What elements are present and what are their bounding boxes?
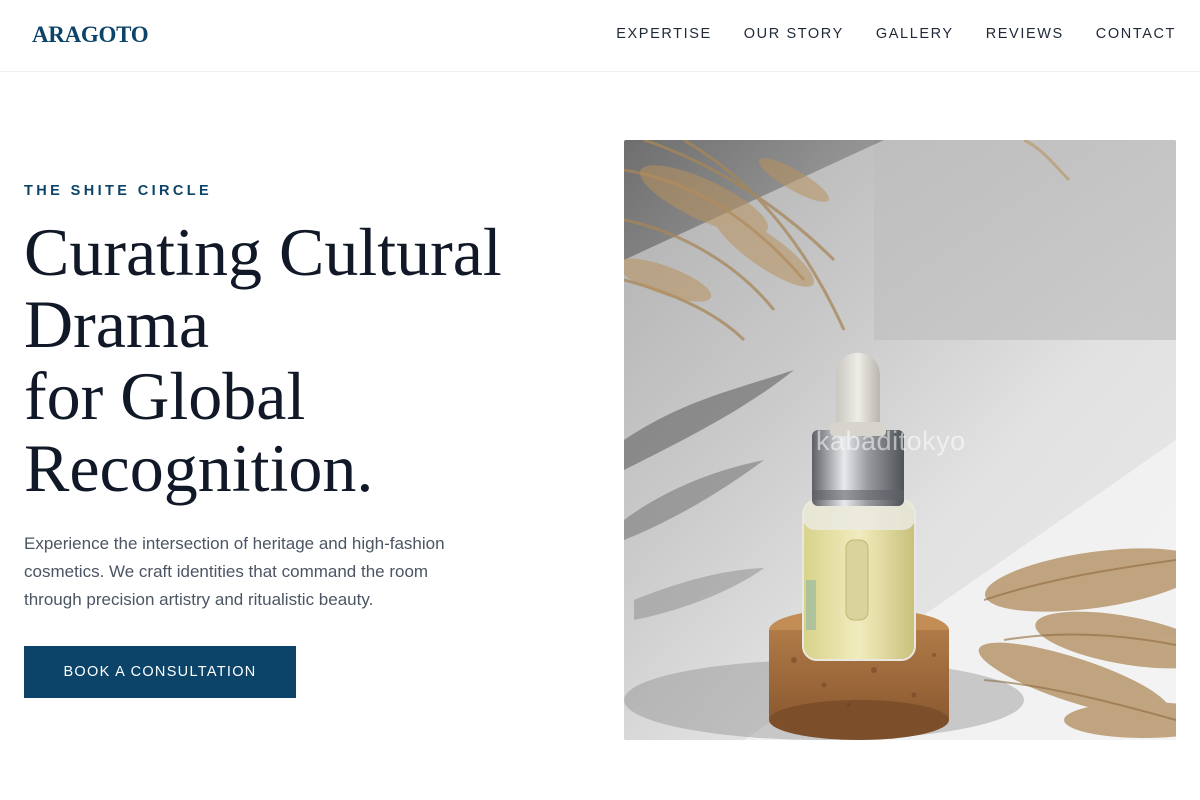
main-nav: EXPERTISE OUR STORY GALLERY REVIEWS CONT…	[616, 26, 1176, 42]
brand-logo[interactable]: ARAGOTO	[32, 22, 149, 48]
headline-line: Curating Cultural	[24, 214, 502, 290]
book-consultation-button[interactable]: BOOK A CONSULTATION	[24, 646, 296, 698]
nav-item-reviews[interactable]: REVIEWS	[986, 26, 1064, 42]
headline-line: Recognition.	[24, 430, 374, 506]
description-line: cosmetics. We craft identities that comm…	[24, 562, 429, 581]
nav-item-our-story[interactable]: OUR STORY	[744, 26, 844, 42]
hero-description: Experience the intersection of heritage …	[24, 530, 524, 614]
description-line: Experience the intersection of heritage …	[24, 534, 445, 553]
headline-line: for Global	[24, 358, 306, 434]
hero-headline: Curating Cultural Drama for Global Recog…	[24, 216, 604, 504]
nav-item-expertise[interactable]: EXPERTISE	[616, 26, 712, 42]
image-watermark: kabaditokyo	[816, 426, 966, 456]
nav-item-gallery[interactable]: GALLERY	[876, 26, 954, 42]
nav-item-contact[interactable]: CONTACT	[1096, 26, 1176, 42]
headline-line: Drama	[24, 286, 210, 362]
hero-product-image: kabaditokyo	[624, 140, 1176, 740]
description-line: through precision artistry and ritualist…	[24, 590, 374, 609]
hero-eyebrow: THE SHITE CIRCLE	[24, 183, 213, 199]
site-header: ARAGOTO EXPERTISE OUR STORY GALLERY REVI…	[0, 0, 1200, 72]
